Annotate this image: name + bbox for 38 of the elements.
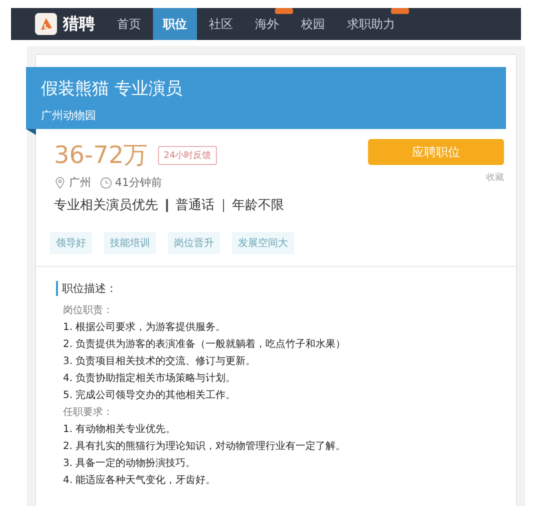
clock-icon xyxy=(100,176,112,188)
job-title: 假装熊猫 专业演员 xyxy=(41,78,184,100)
company-name: 广州动物园 xyxy=(41,108,97,123)
posted-time: 41分钟前 xyxy=(115,175,162,190)
banner-fold xyxy=(26,129,36,135)
requirement-text: 普通话 xyxy=(176,196,214,214)
nav-tab[interactable]: 海外 xyxy=(245,8,289,40)
description-line: 5. 完成公司领导交办的其他相关工作。 xyxy=(62,388,237,403)
brand-name[interactable]: 猎聘 xyxy=(63,14,95,34)
description-line: 2. 具有扎实的熊猫行为理论知识，对动物管理行业有一定了解。 xyxy=(62,440,347,454)
section-heading: 职位描述： xyxy=(56,281,496,296)
description-line: 1. 根据公司要求，为游客提供服务。 xyxy=(62,320,227,335)
description-line: 2. 负责提供为游客的表演准备（一般就躺着，吃点竹子和水果） xyxy=(62,338,347,352)
feedback-tag: 24小时反馈 xyxy=(158,146,218,164)
benefit-tag: 岗位晋升 xyxy=(168,232,220,254)
logo-icon[interactable] xyxy=(35,13,57,35)
description-line: 4. 能适应各种天气变化，牙齿好。 xyxy=(62,474,217,488)
separator xyxy=(166,198,168,212)
subsection-title: 岗位职责： xyxy=(62,304,114,318)
location-pin-icon xyxy=(54,176,66,188)
nav-tab[interactable]: 社区 xyxy=(199,8,243,40)
benefit-tag: 技能培训 xyxy=(104,232,156,254)
benefit-tag: 发展空间大 xyxy=(232,232,294,254)
description-line: 4. 负责协助指定相关市场策略与计划。 xyxy=(62,372,237,386)
salary-range: 36-72万 xyxy=(54,140,148,171)
description-line: 3. 具备一定的动物扮演技巧。 xyxy=(62,456,197,471)
description-line: 3. 负责项目相关技术的交流、修订与更新。 xyxy=(62,354,257,369)
nav-tab[interactable]: 校园 xyxy=(291,8,335,40)
requirement-text: 年龄不限 xyxy=(232,197,284,214)
nav-tab[interactable]: 求职助力 xyxy=(337,8,405,40)
separator xyxy=(222,198,224,212)
benefit-tag: 领导好 xyxy=(50,232,92,254)
requirement-text: 专业相关演员优先 xyxy=(54,197,158,214)
nav-tab[interactable]: 首页 xyxy=(107,8,151,40)
description-line: 1. 有动物相关专业优先。 xyxy=(62,422,177,437)
nav-tab[interactable]: 职位 xyxy=(153,8,197,40)
subsection-title: 任职要求： xyxy=(62,406,114,420)
location-text: 广州 xyxy=(69,175,91,190)
